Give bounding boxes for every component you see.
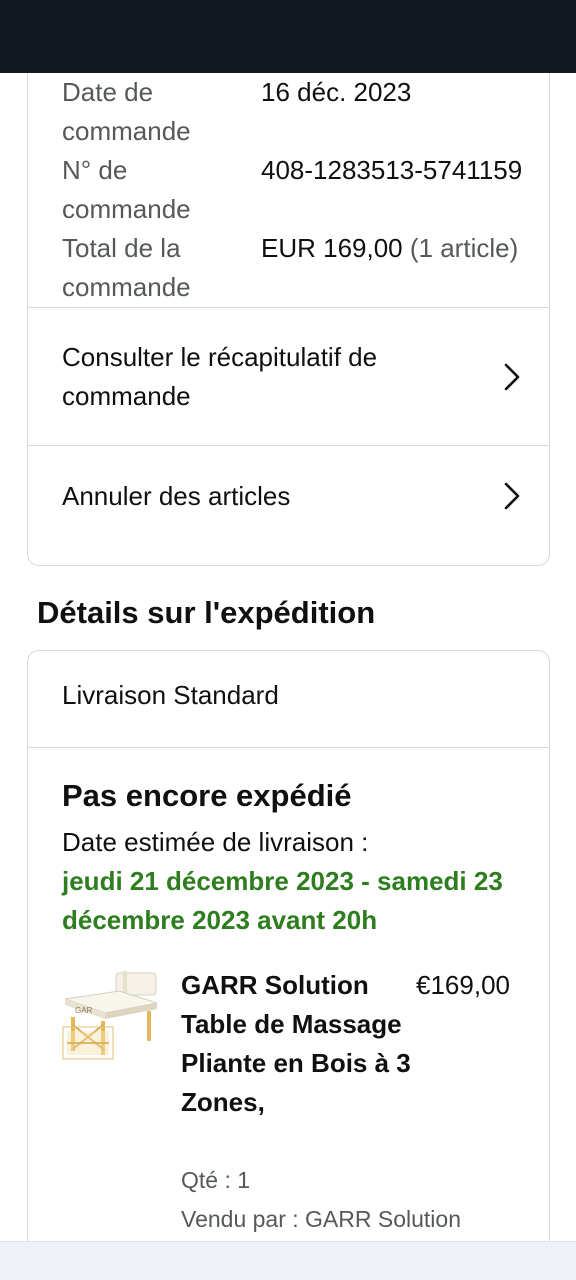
product-image[interactable]: GAR bbox=[61, 969, 161, 1065]
product-price: €169,00 bbox=[416, 970, 510, 1000]
product-quantity: Qté : 1 bbox=[181, 1167, 251, 1193]
order-number-value: 408-1283513-5741159 bbox=[261, 155, 523, 185]
estimated-delivery-date: jeudi 21 décembre 2023 - samedi 23 décem… bbox=[62, 866, 503, 935]
order-total-amount: EUR 169,00 bbox=[261, 233, 403, 263]
view-order-summary-label: Consulter le récapitulatif de commande bbox=[62, 341, 378, 411]
shipment-status: Pas encore expédié bbox=[62, 778, 352, 813]
chevron-right-icon bbox=[504, 363, 520, 390]
order-date-row: Date de commande 16 déc. 2023 bbox=[62, 73, 532, 151]
order-details-page: Date de commande 16 déc. 2023 N° de comm… bbox=[0, 73, 576, 1241]
cancel-items-link[interactable]: Annuler des articles bbox=[28, 446, 549, 546]
bottom-navigation-bar bbox=[0, 1241, 576, 1280]
order-number-label: N° de commande bbox=[62, 155, 191, 224]
shipment-card: Livraison Standard Pas encore expédié Da… bbox=[27, 650, 550, 1241]
chevron-right-icon bbox=[504, 482, 520, 510]
order-total-value: EUR 169,00 (1 article) bbox=[261, 229, 532, 307]
order-info-card: Date de commande 16 déc. 2023 N° de comm… bbox=[27, 73, 550, 566]
shipping-section-title: Détails sur l'expédition bbox=[37, 595, 376, 630]
order-number-row: N° de commande 408-1283513-5741159 bbox=[62, 151, 532, 229]
cancel-items-label: Annuler des articles bbox=[62, 480, 291, 511]
order-total-label: Total de la commande bbox=[62, 233, 191, 302]
status-bar bbox=[0, 0, 576, 73]
product-title-link[interactable]: GARR Solution Table de Massage Pliante e… bbox=[181, 966, 411, 1122]
order-date-value: 16 déc. 2023 bbox=[261, 77, 412, 107]
order-total-items: (1 article) bbox=[402, 233, 519, 263]
estimated-delivery-label: Date estimée de livraison : bbox=[62, 827, 369, 857]
order-info-grid: Date de commande 16 déc. 2023 N° de comm… bbox=[62, 73, 532, 307]
divider bbox=[28, 747, 549, 748]
product-seller: Vendu par : GARR Solution bbox=[181, 1206, 461, 1232]
shipping-method: Livraison Standard bbox=[62, 680, 279, 710]
order-date-label: Date de commande bbox=[62, 77, 191, 146]
svg-text:GAR: GAR bbox=[75, 1006, 93, 1015]
view-order-summary-link[interactable]: Consulter le récapitulatif de commande bbox=[28, 308, 549, 445]
order-total-row: Total de la commande EUR 169,00 (1 artic… bbox=[62, 229, 532, 307]
